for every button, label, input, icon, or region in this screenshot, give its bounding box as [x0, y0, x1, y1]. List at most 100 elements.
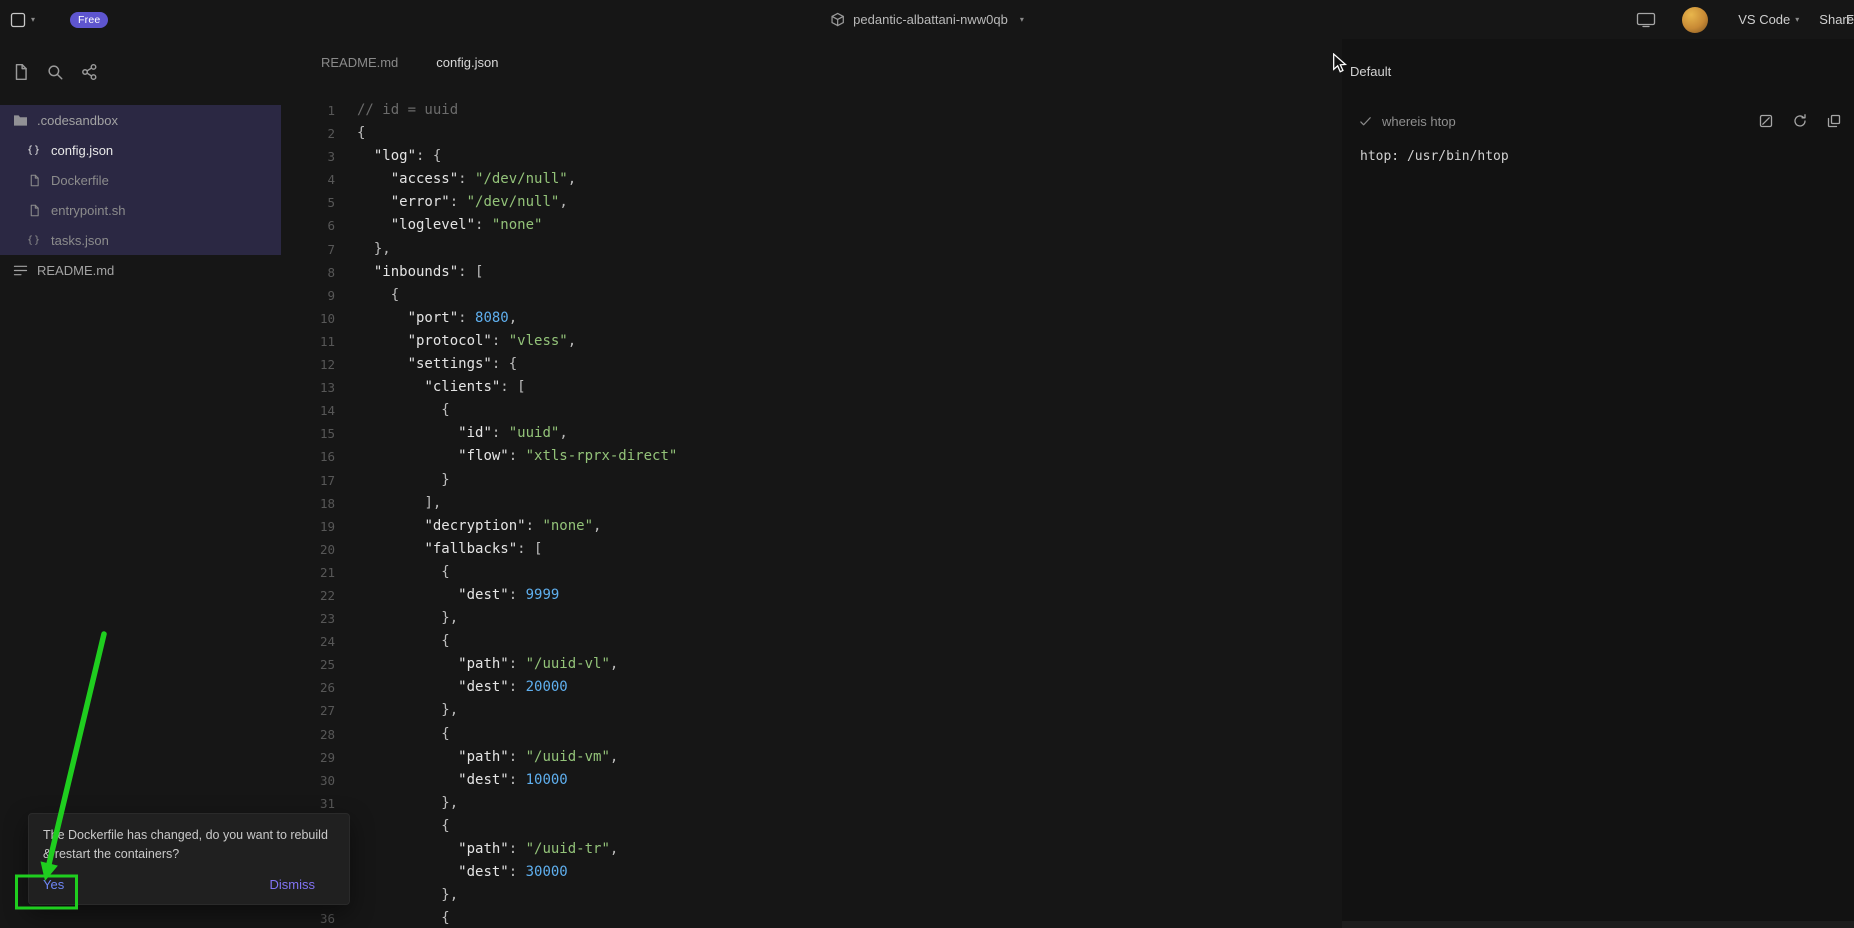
line-content: "log": {	[373, 148, 442, 165]
file-name: Dockerfile	[51, 172, 109, 188]
line-content: "settings": {	[407, 356, 518, 373]
code-line[interactable]: 13 "clients": [	[281, 376, 1342, 399]
code-line[interactable]: 27 },	[281, 699, 1342, 722]
chevron-down-icon: ▾	[1795, 14, 1800, 24]
line-number: 18	[319, 495, 335, 511]
line-content: {	[441, 402, 450, 419]
code-line[interactable]: 11 "protocol": "vless",	[281, 330, 1342, 353]
line-content: "dest": 10000	[458, 771, 568, 788]
code-line[interactable]: 17 }	[281, 469, 1342, 492]
code-line[interactable]: 7 },	[281, 238, 1342, 261]
explorer-icon[interactable]	[12, 63, 31, 82]
code-line[interactable]: 35 },	[281, 884, 1342, 907]
code-line[interactable]: 29 "path": "/uuid-vm",	[281, 746, 1342, 769]
code-line[interactable]: 24 {	[281, 630, 1342, 653]
clear-icon[interactable]	[1758, 112, 1776, 130]
fork-button[interactable]: Fork	[1846, 12, 1854, 27]
split-icon[interactable]	[1826, 112, 1844, 130]
task-row[interactable]: whereis htop	[1342, 103, 1854, 139]
free-plan-badge[interactable]: Free	[70, 11, 109, 28]
code-line[interactable]: 4 "access": "/dev/null",	[281, 168, 1342, 191]
braces-icon: {}	[26, 234, 42, 246]
workspace-box-icon	[10, 12, 26, 28]
file-item-codesandbox[interactable]: .codesandbox	[0, 105, 281, 135]
code-line[interactable]: 15 "id": "uuid",	[281, 422, 1342, 445]
project-name: pedantic-albattani-nww0qb	[853, 12, 1008, 27]
line-content: "dest": 20000	[458, 679, 568, 696]
code-line[interactable]: 8 "inbounds": [	[281, 261, 1342, 284]
code-line[interactable]: 32 {	[281, 815, 1342, 838]
line-content: "path": "/uuid-vm",	[458, 748, 619, 765]
code-line[interactable]: 9 {	[281, 284, 1342, 307]
code-line[interactable]: 30 "dest": 10000	[281, 769, 1342, 792]
file-item-entrypoint-sh[interactable]: entrypoint.sh	[0, 195, 281, 225]
code-line[interactable]: 28 {	[281, 723, 1342, 746]
line-number: 5	[327, 195, 335, 211]
code-line[interactable]: 12 "settings": {	[281, 353, 1342, 376]
file-item-config-json[interactable]: {} config.json	[0, 135, 281, 165]
file-item-tasks-json[interactable]: {} tasks.json	[0, 225, 281, 255]
code-line[interactable]: 6 "loglevel": "none"	[281, 214, 1342, 237]
line-content: "inbounds": [	[373, 263, 484, 280]
search-icon[interactable]	[46, 63, 65, 82]
line-number: 31	[319, 795, 335, 811]
line-number: 8	[327, 264, 335, 280]
line-number: 19	[319, 518, 335, 534]
code-line[interactable]: 36 {	[281, 907, 1342, 928]
line-number: 25	[319, 657, 335, 673]
code-line[interactable]: 31 },	[281, 792, 1342, 815]
user-avatar[interactable]	[1682, 6, 1709, 33]
preview-layout-icon[interactable]	[1636, 11, 1656, 28]
line-number: 14	[319, 403, 335, 419]
line-number: 6	[327, 218, 335, 234]
code-line[interactable]: 14 {	[281, 399, 1342, 422]
restart-icon[interactable]	[1792, 112, 1810, 130]
code-line[interactable]: 20 "fallbacks": [	[281, 538, 1342, 561]
yes-button[interactable]: Yes	[43, 877, 64, 892]
code-line[interactable]: 16 "flow": "xtls-rprx-direct"	[281, 445, 1342, 468]
code-line[interactable]: 5 "error": "/dev/null",	[281, 191, 1342, 214]
line-content: "port": 8080,	[407, 309, 518, 326]
top-bar: ▾ Free pedantic-albattani-nww0qb ▾ VS Co…	[0, 0, 1854, 39]
code-line[interactable]: 33 "path": "/uuid-tr",	[281, 838, 1342, 861]
tab-readme-md[interactable]: README.md	[311, 39, 408, 85]
devtools-tab-default[interactable]: Default	[1350, 64, 1391, 79]
share-nodes-icon[interactable]	[80, 63, 99, 82]
line-number: 36	[319, 911, 335, 927]
line-content: {	[390, 286, 400, 303]
line-content: "loglevel": "none"	[390, 217, 543, 234]
code-line[interactable]: 22 "dest": 9999	[281, 584, 1342, 607]
project-switcher[interactable]: pedantic-albattani-nww0qb ▾	[830, 0, 1024, 39]
code-line[interactable]: 10 "port": 8080,	[281, 307, 1342, 330]
line-number: 17	[319, 472, 335, 488]
code-line[interactable]: 25 "path": "/uuid-vl",	[281, 653, 1342, 676]
code-line[interactable]: 1 // id = uuid	[281, 99, 1342, 122]
file-item-readme-md[interactable]: README.md	[0, 255, 281, 285]
line-number: 15	[319, 426, 335, 442]
file-item-dockerfile[interactable]: Dockerfile	[0, 165, 281, 195]
code-line[interactable]: 34 "dest": 30000	[281, 861, 1342, 884]
line-number: 27	[319, 703, 335, 719]
code-line[interactable]: 18 ],	[281, 492, 1342, 515]
sandbox-cube-icon	[830, 12, 845, 27]
code-line[interactable]: 19 "decryption": "none",	[281, 515, 1342, 538]
markdown-icon	[12, 262, 28, 278]
vscode-button[interactable]: VS Code ▾	[1738, 12, 1799, 27]
line-number: 24	[319, 634, 335, 650]
tab-config-json[interactable]: config.json	[426, 39, 508, 85]
file-name: config.json	[51, 142, 114, 158]
dismiss-button[interactable]: Dismiss	[270, 877, 316, 892]
code-line[interactable]: 26 "dest": 20000	[281, 676, 1342, 699]
line-number: 16	[319, 449, 335, 465]
workspace-menu-button[interactable]: ▾	[10, 12, 35, 28]
check-icon	[1358, 114, 1373, 129]
devtools-tab-bar: Default	[1342, 39, 1854, 103]
line-number: 3	[327, 149, 335, 165]
code-editor[interactable]: 1// id = uuid 2{3 "log": {4 "access": "/d…	[281, 85, 1342, 928]
line-content: {	[441, 563, 450, 580]
code-line[interactable]: 23 },	[281, 607, 1342, 630]
code-line[interactable]: 3 "log": {	[281, 145, 1342, 168]
tab-bar: README.md config.json	[281, 39, 1342, 85]
code-line[interactable]: 2{	[281, 122, 1342, 145]
code-line[interactable]: 21 {	[281, 561, 1342, 584]
